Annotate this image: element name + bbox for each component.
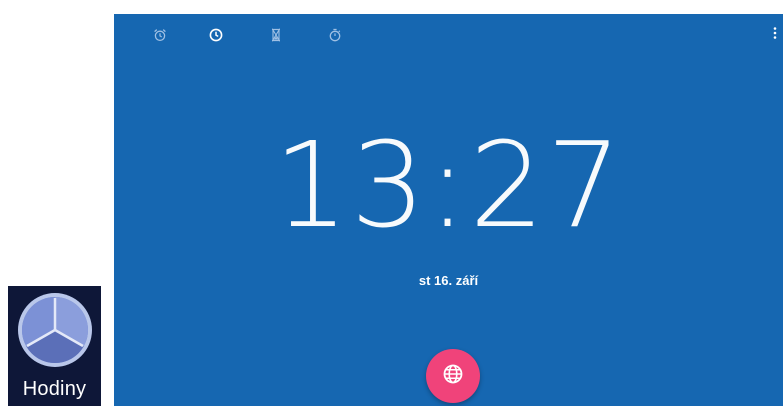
stopwatch-icon xyxy=(328,28,342,42)
launcher-app-hodiny[interactable]: Hodiny xyxy=(8,286,101,406)
clock-app-screen: 13:27 st 16. září xyxy=(114,14,783,406)
launcher-app-label: Hodiny xyxy=(22,378,87,400)
alarm-icon xyxy=(153,28,167,42)
add-city-button[interactable] xyxy=(426,349,480,403)
globe-icon xyxy=(442,363,464,390)
overflow-menu-button[interactable] xyxy=(767,22,783,48)
clock-app-icon xyxy=(16,291,94,374)
clock-icon xyxy=(209,28,223,42)
more-vert-icon xyxy=(773,26,777,45)
tab-stopwatch[interactable] xyxy=(323,24,347,46)
tab-alarm[interactable] xyxy=(148,24,172,46)
hourglass-icon xyxy=(269,28,283,42)
clock-date: st 16. září xyxy=(418,273,479,288)
tab-timer[interactable] xyxy=(264,24,288,46)
tab-clock[interactable] xyxy=(204,24,228,46)
clock-time: 13:27 xyxy=(273,116,624,254)
